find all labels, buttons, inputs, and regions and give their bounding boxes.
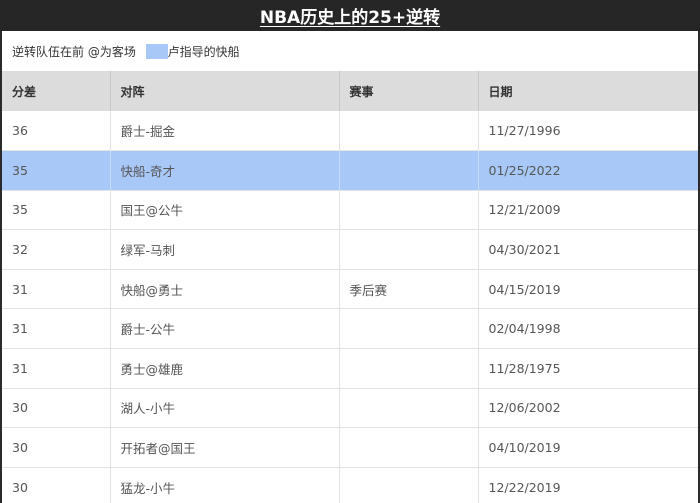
table-row: 30 猛龙-小牛 12/22/2019: [2, 467, 698, 503]
cell-margin: 31: [2, 269, 111, 310]
cell-margin: 30: [2, 388, 111, 429]
table-row: 36 爵士-掘金 11/27/1996: [2, 111, 698, 152]
cell-matchup: 开拓者@国王: [110, 427, 340, 468]
cell-matchup: 猛龙-小牛: [110, 467, 340, 503]
legend-highlight-swatch: [145, 43, 168, 59]
header-date: 日期: [488, 84, 513, 99]
cell-margin: 35: [2, 150, 111, 191]
header-margin: 分差: [2, 71, 111, 111]
cell-date: 12/21/2009: [478, 190, 698, 231]
header-event: 赛事: [339, 71, 479, 111]
cell-matchup: 快船-奇才: [110, 150, 340, 191]
cell-matchup: 绿军-马刺: [110, 229, 340, 270]
cell-date: 11/27/1996: [478, 111, 698, 152]
cell-date: 11/28/1975: [478, 348, 698, 389]
table-row: 30 湖人-小牛 12/06/2002: [2, 388, 698, 429]
cell-event: [339, 388, 479, 429]
cell-date: 04/10/2019: [478, 427, 698, 468]
cell-matchup: 快船@勇士: [110, 269, 340, 310]
table-row: 31 爵士-公牛 02/04/1998: [2, 308, 698, 350]
legend: 逆转队伍在前 @为客场 卢指导的快船: [2, 31, 698, 71]
cell-date: 04/15/2019: [478, 269, 698, 310]
table-row: 35 快船-奇才 01/25/2022: [2, 150, 698, 191]
cell-date: 04/30/2021: [478, 229, 698, 270]
cell-margin: 31: [2, 308, 111, 350]
cell-matchup: 勇士@雄鹿: [110, 348, 340, 389]
cell-event: [339, 348, 479, 389]
table-row: 30 开拓者@国王 04/10/2019: [2, 427, 698, 468]
cell-margin: 30: [2, 427, 111, 468]
legend-highlight-label: 卢指导的快船: [167, 44, 240, 59]
cell-margin: 35: [2, 190, 111, 231]
cell-matchup: 湖人-小牛: [110, 388, 340, 429]
cell-matchup: 爵士-公牛: [110, 308, 340, 350]
cell-margin: 30: [2, 467, 111, 503]
cell-margin: 36: [2, 111, 111, 152]
table-row: 31 勇士@雄鹿 11/28/1975: [2, 348, 698, 389]
cell-event: [339, 467, 479, 503]
cell-event: [339, 427, 479, 468]
table-panel: 逆转队伍在前 @为客场 卢指导的快船 分差 对阵 赛事 日期 36 爵士-掘金 11…: [2, 31, 698, 503]
page-title: NBA历史上的25+逆转: [259, 8, 441, 28]
cell-event: [339, 111, 479, 152]
table-row: 31 快船@勇士 季后赛 04/15/2019: [2, 269, 698, 310]
cell-matchup: 爵士-掘金: [110, 111, 340, 152]
cell-matchup: 国王@公牛: [110, 190, 340, 231]
table-row: 32 绿军-马刺 04/30/2021: [2, 229, 698, 270]
header-matchup: 对阵: [110, 71, 340, 111]
table-row: 35 国王@公牛 12/21/2009: [2, 190, 698, 231]
cell-event: [339, 150, 479, 191]
cell-date: 12/22/2019: [478, 467, 698, 503]
cell-date: 12/06/2002: [478, 388, 698, 429]
cell-event: 季后赛: [339, 269, 479, 310]
title-bar: NBA历史上的25+逆转: [0, 0, 700, 31]
legend-text: 逆转队伍在前 @为客场: [12, 44, 140, 59]
table-header-row: 分差 对阵 赛事 日期: [2, 71, 698, 111]
comebacks-table: 分差 对阵 赛事 日期 36 爵士-掘金 11/27/1996 35 快船-奇才 01/2…: [2, 71, 698, 503]
cell-event: [339, 229, 479, 270]
cell-date: 02/04/1998: [478, 308, 698, 350]
cell-margin: 32: [2, 229, 111, 270]
cell-date: 01/25/2022: [478, 150, 698, 191]
cell-margin: 31: [2, 348, 111, 389]
cell-event: [339, 190, 479, 231]
cell-event: [339, 308, 479, 350]
